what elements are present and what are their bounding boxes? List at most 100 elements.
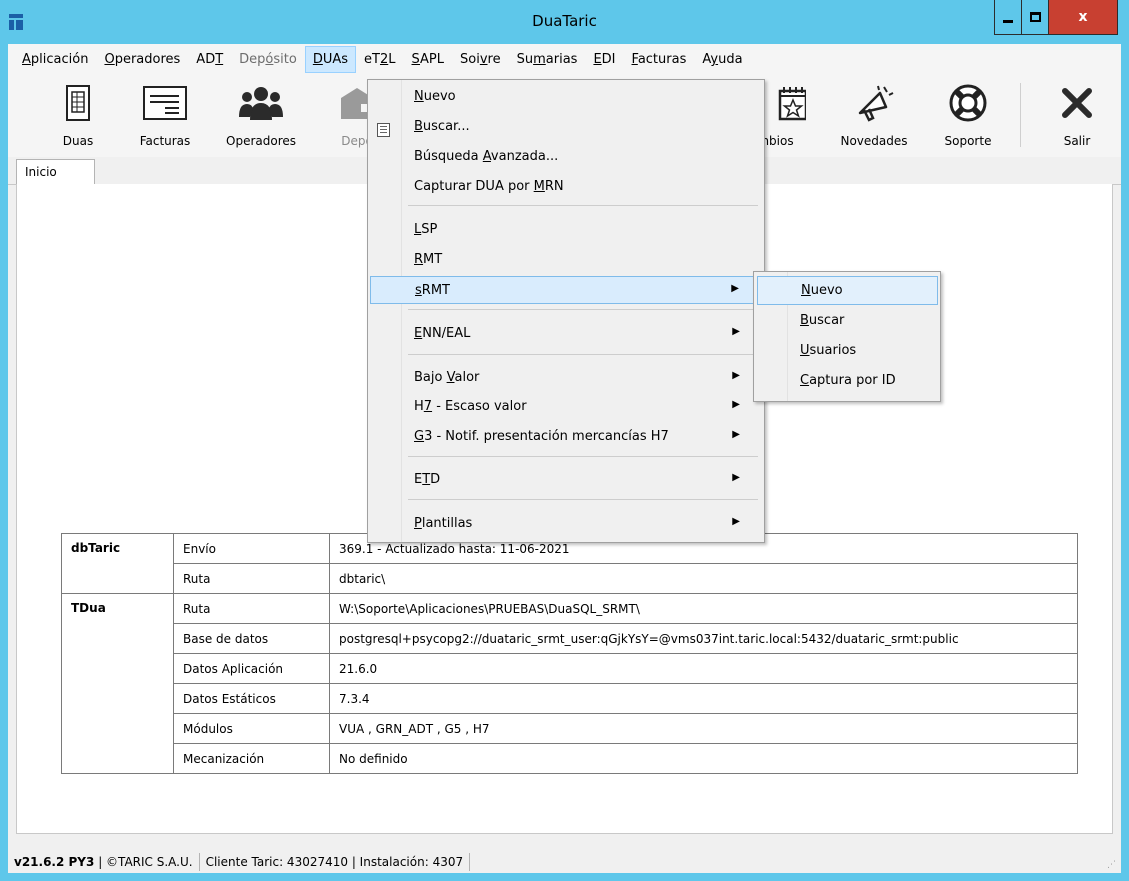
submenu-item-usuarios[interactable]: Usuarios	[757, 337, 937, 366]
menu-aplicacion[interactable]: Aplicación	[14, 46, 96, 73]
window-title: DuaTaric	[532, 12, 597, 30]
table-row: TDua Ruta W:\Soporte\Aplicaciones\PRUEBA…	[61, 593, 1078, 774]
menu-item-bajo-valor[interactable]: Bajo Valor ▶	[370, 364, 762, 392]
maximize-button[interactable]	[1021, 0, 1049, 35]
submenu-arrow-icon: ▶	[732, 399, 740, 410]
table-row: Base de datos postgresql+psycopg2://duat…	[62, 623, 1078, 654]
menu-item-plantillas[interactable]: Plantillas ▶	[370, 510, 762, 538]
resize-grip-icon[interactable]: ⋰	[1107, 860, 1117, 870]
invoice-icon	[125, 81, 205, 125]
menu-item-lsp[interactable]: LSP	[370, 216, 762, 244]
menu-item-rmt[interactable]: RMT	[370, 246, 762, 274]
toolbar-operadores-button[interactable]: Operadores	[221, 77, 301, 155]
menu-separator	[408, 456, 758, 457]
row-value: VUA , GRN_ADT , G5 , H7	[329, 713, 1078, 744]
info-table: dbTaric Envío 369.1 - Actualizado hasta:…	[61, 533, 1078, 774]
row-value: 7.3.4	[329, 683, 1078, 714]
toolbar-operadores-label: Operadores	[226, 134, 296, 148]
row-key: Base de datos	[173, 623, 330, 654]
menu-item-srmt[interactable]: sRMT ▶	[370, 276, 762, 304]
lifebuoy-icon	[928, 81, 1008, 125]
toolbar-salir-label: Salir	[1063, 134, 1091, 148]
row-key: Módulos	[173, 713, 330, 744]
menu-item-nuevo[interactable]: Nuevo	[370, 83, 762, 111]
menu-item-capturar-mrn[interactable]: Capturar DUA por MRN	[370, 173, 762, 201]
submenu-arrow-icon: ▶	[731, 283, 739, 294]
table-row: Mecanización No definido	[62, 743, 1078, 774]
close-button[interactable]: x	[1048, 0, 1118, 35]
row-value: No definido	[329, 743, 1078, 774]
tab-inicio[interactable]: Inicio	[16, 159, 95, 186]
status-separator	[198, 852, 200, 871]
submenu-arrow-icon: ▶	[732, 370, 740, 381]
srmt-submenu: Nuevo Buscar Usuarios Captura por ID	[753, 271, 941, 402]
table-row: Datos Aplicación 21.6.0	[62, 653, 1078, 684]
menu-separator	[408, 354, 758, 355]
submenu-arrow-icon: ▶	[732, 429, 740, 440]
status-separator	[469, 852, 471, 871]
table-row: Datos Estáticos 7.3.4	[62, 683, 1078, 714]
menu-separator	[408, 499, 758, 500]
row-value: 21.6.0	[329, 653, 1078, 684]
row-key: Datos Estáticos	[173, 683, 330, 714]
submenu-arrow-icon: ▶	[732, 516, 740, 527]
table-row: Ruta dbtaric\	[62, 563, 1078, 594]
title-bar: DuaTaric x	[0, 0, 1129, 44]
minimize-button[interactable]	[994, 0, 1022, 35]
section-label: TDua	[61, 593, 174, 774]
duas-dropdown-menu: Nuevo Buscar... Búsqueda Avanzada... Cap…	[367, 79, 765, 543]
toolbar-facturas-label: Facturas	[139, 134, 191, 148]
menu-separator	[408, 205, 758, 206]
submenu-arrow-icon: ▶	[732, 472, 740, 483]
submenu-arrow-icon: ▶	[732, 326, 740, 337]
row-key: Envío	[173, 533, 330, 564]
megaphone-icon	[834, 81, 914, 125]
menu-facturas[interactable]: Facturas	[624, 46, 695, 73]
status-version: v21.6.2 PY3	[14, 854, 95, 869]
toolbar-novedades-button[interactable]: Novedades	[834, 77, 914, 155]
status-company: | ©TARIC S.A.U.	[98, 854, 193, 869]
toolbar-duas-label: Duas	[62, 134, 94, 148]
menu-ayuda[interactable]: Ayuda	[694, 46, 750, 73]
menu-item-g3-notif[interactable]: G3 - Notif. presentación mercancías H7 ▶	[370, 423, 762, 451]
menu-adt[interactable]: ADT	[188, 46, 231, 73]
menu-sumarias[interactable]: Sumarias	[509, 46, 586, 73]
menu-soivre[interactable]: Soivre	[452, 46, 509, 73]
row-key: Datos Aplicación	[173, 653, 330, 684]
menu-et2l[interactable]: eT2L	[356, 46, 403, 73]
menu-item-buscar[interactable]: Buscar...	[370, 113, 762, 141]
toolbar-duas-button[interactable]: Duas	[38, 77, 118, 155]
submenu-item-nuevo[interactable]: Nuevo	[757, 276, 938, 305]
toolbar-salir-button[interactable]: Salir	[1037, 77, 1117, 155]
menu-item-enn-eal[interactable]: ENN/EAL ▶	[370, 320, 762, 348]
document-icon	[38, 81, 118, 125]
status-bar: v21.6.2 PY3 | ©TARIC S.A.U. Cliente Tari…	[8, 850, 1121, 873]
menu-separator	[408, 309, 758, 310]
maximize-icon	[1029, 12, 1041, 22]
menu-deposito[interactable]: Depósito	[231, 46, 305, 73]
table-row: Módulos VUA , GRN_ADT , G5 , H7	[62, 713, 1078, 744]
close-icon: x	[1078, 9, 1088, 25]
toolbar-soporte-button[interactable]: Soporte	[928, 77, 1008, 155]
toolbar-facturas-button[interactable]: Facturas	[125, 77, 205, 155]
menu-edi[interactable]: EDI	[585, 46, 623, 73]
exit-x-icon	[1037, 81, 1117, 125]
menu-duas[interactable]: DUAs	[304, 46, 357, 73]
submenu-item-buscar[interactable]: Buscar	[757, 307, 937, 336]
section-label: dbTaric	[61, 533, 174, 594]
status-client: Cliente Taric: 43027410 | Instalación: 4…	[205, 854, 464, 869]
menu-operadores[interactable]: Operadores	[96, 46, 188, 73]
menu-bar: Aplicación Operadores ADT Depósito DUAs …	[8, 44, 1121, 75]
menu-sapl[interactable]: SAPL	[404, 46, 452, 73]
menu-item-h7-escaso-valor[interactable]: H7 - Escaso valor ▶	[370, 393, 762, 421]
minimize-icon	[1003, 19, 1013, 23]
row-value: dbtaric\	[329, 563, 1078, 594]
submenu-item-captura-por-id[interactable]: Captura por ID	[757, 367, 937, 396]
toolbar-soporte-label: Soporte	[944, 134, 992, 148]
users-icon	[221, 81, 301, 125]
toolbar-separator	[1020, 83, 1021, 147]
menu-item-etd[interactable]: ETD ▶	[370, 466, 762, 494]
toolbar-novedades-label: Novedades	[840, 134, 908, 148]
menu-item-busqueda-avanzada[interactable]: Búsqueda Avanzada...	[370, 143, 762, 171]
row-value: postgresql+psycopg2://duataric_srmt_user…	[329, 623, 1078, 654]
